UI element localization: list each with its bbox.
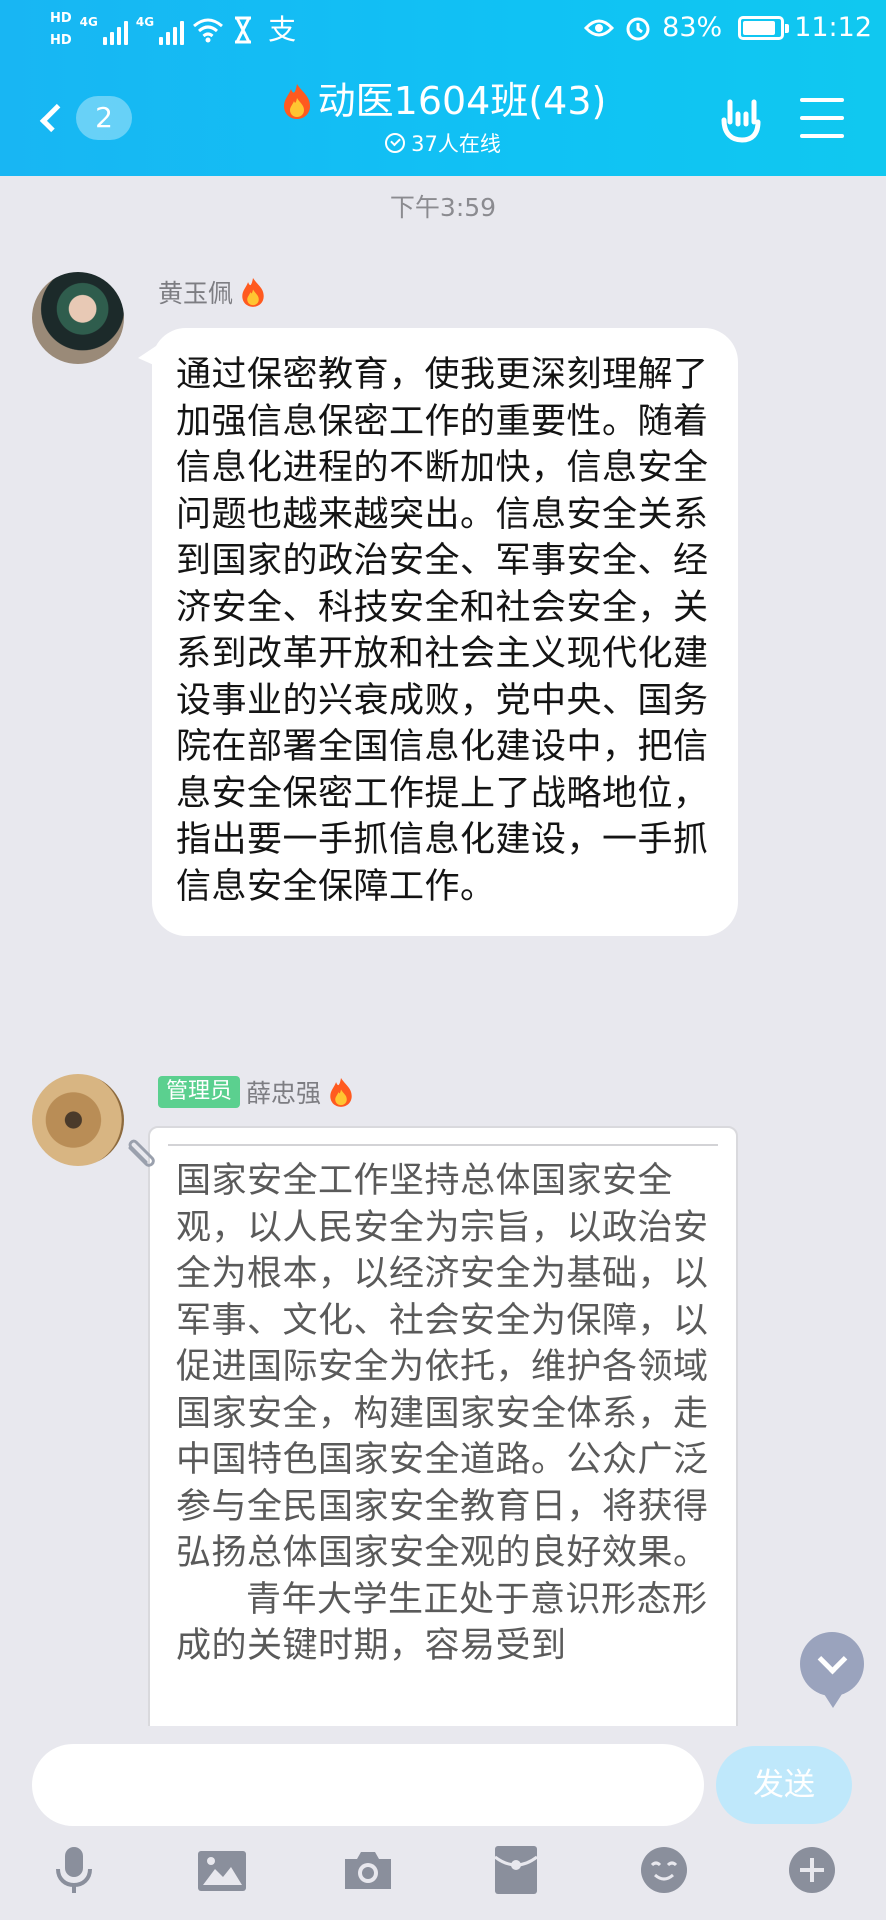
microphone-icon xyxy=(56,1847,92,1893)
fire-icon xyxy=(283,84,310,119)
sender-info: 管理员 薛忠强 xyxy=(158,1074,355,1110)
admin-badge: 管理员 xyxy=(158,1076,241,1108)
input-toolbar xyxy=(0,1830,886,1920)
battery-percent: 83% xyxy=(662,12,723,43)
message-input[interactable] xyxy=(32,1744,704,1826)
app-header: HD HD 4G 4G 支 83% 11:12 2 动医1604班(43) 37… xyxy=(0,0,886,176)
clock: 11:12 xyxy=(794,12,872,43)
divider xyxy=(168,1144,718,1146)
message-paragraph: 国家安全工作坚持总体国家安全观，以人民安全为宗旨，以政治安全为根本，以经济安全为… xyxy=(176,1161,709,1573)
camera-icon xyxy=(345,1852,391,1889)
message-bubble[interactable]: 通过保密教育，使我更深刻理解了加强信息保密工作的重要性。随着信息化进程的不断加快… xyxy=(138,328,738,936)
sender-name[interactable]: 黄玉佩 xyxy=(158,274,233,310)
alipay-icon: 支 xyxy=(268,13,297,46)
battery-icon xyxy=(738,15,790,40)
input-bar: 发送 xyxy=(0,1726,886,1830)
avatar[interactable] xyxy=(32,272,124,364)
more-button[interactable] xyxy=(782,1840,842,1900)
group-name: 动医1604班(43) xyxy=(317,79,607,123)
signal-sim1-icon: 4G xyxy=(80,15,128,45)
chat-area[interactable]: 下午3:59 黄玉佩 通过保密教育，使我更深刻理解了加强信息保密工作的重要性。随… xyxy=(0,176,886,1726)
alarm-icon xyxy=(626,17,650,40)
image-icon xyxy=(198,1851,246,1891)
plus-icon xyxy=(789,1847,835,1893)
message-text: 通过保密教育，使我更深刻理解了加强信息保密工作的重要性。随着信息化进程的不断加快… xyxy=(176,355,709,907)
hand-gesture-icon[interactable] xyxy=(716,94,766,144)
status-bar: HD HD 4G 4G 支 83% 11:12 xyxy=(0,0,886,60)
microphone-button[interactable] xyxy=(44,1840,104,1900)
online-count: 37人在线 xyxy=(411,132,501,156)
hourglass-icon xyxy=(235,16,252,44)
fire-icon xyxy=(242,278,264,307)
signal-sim2-icon: 4G xyxy=(136,15,185,45)
fire-icon xyxy=(330,1078,352,1107)
chat-title-area[interactable]: 动医1604班(43) 37人在线 xyxy=(180,78,706,158)
message-timestamp: 下午3:59 xyxy=(389,193,497,222)
emoji-button[interactable] xyxy=(634,1840,694,1900)
group-title: 动医1604班(43) xyxy=(280,78,607,124)
hd-indicator: HD HD xyxy=(50,11,72,48)
camera-button[interactable] xyxy=(338,1840,398,1900)
wifi-icon xyxy=(193,18,224,43)
eye-icon xyxy=(584,19,615,36)
red-packet-icon xyxy=(494,1846,538,1894)
avatar[interactable] xyxy=(32,1074,124,1166)
sender-name[interactable]: 薛忠强 xyxy=(246,1074,321,1110)
message-paragraph: 青年大学生正处于意识形态形成的关键时期，容易受到 xyxy=(176,1579,708,1667)
paperclip-icon xyxy=(128,1139,155,1167)
unread-count-badge: 2 xyxy=(76,96,132,140)
chevron-left-icon xyxy=(39,103,69,133)
image-button[interactable] xyxy=(192,1840,252,1900)
sender-info: 黄玉佩 xyxy=(158,274,267,310)
online-status: 37人在线 xyxy=(385,128,501,158)
message-bubble-note[interactable]: 国家安全工作坚持总体国家安全观，以人民安全为宗旨，以政治安全为根本，以经济安全为… xyxy=(148,1126,738,1726)
online-check-icon xyxy=(385,133,406,153)
send-button[interactable]: 发送 xyxy=(716,1746,852,1824)
title-bar: 2 动医1604班(43) 37人在线 xyxy=(0,64,886,174)
back-button[interactable]: 2 xyxy=(36,90,132,146)
scroll-to-bottom-button[interactable] xyxy=(800,1632,864,1708)
menu-button[interactable] xyxy=(800,98,844,138)
emoji-icon xyxy=(641,1847,687,1893)
red-packet-button[interactable] xyxy=(486,1840,546,1900)
